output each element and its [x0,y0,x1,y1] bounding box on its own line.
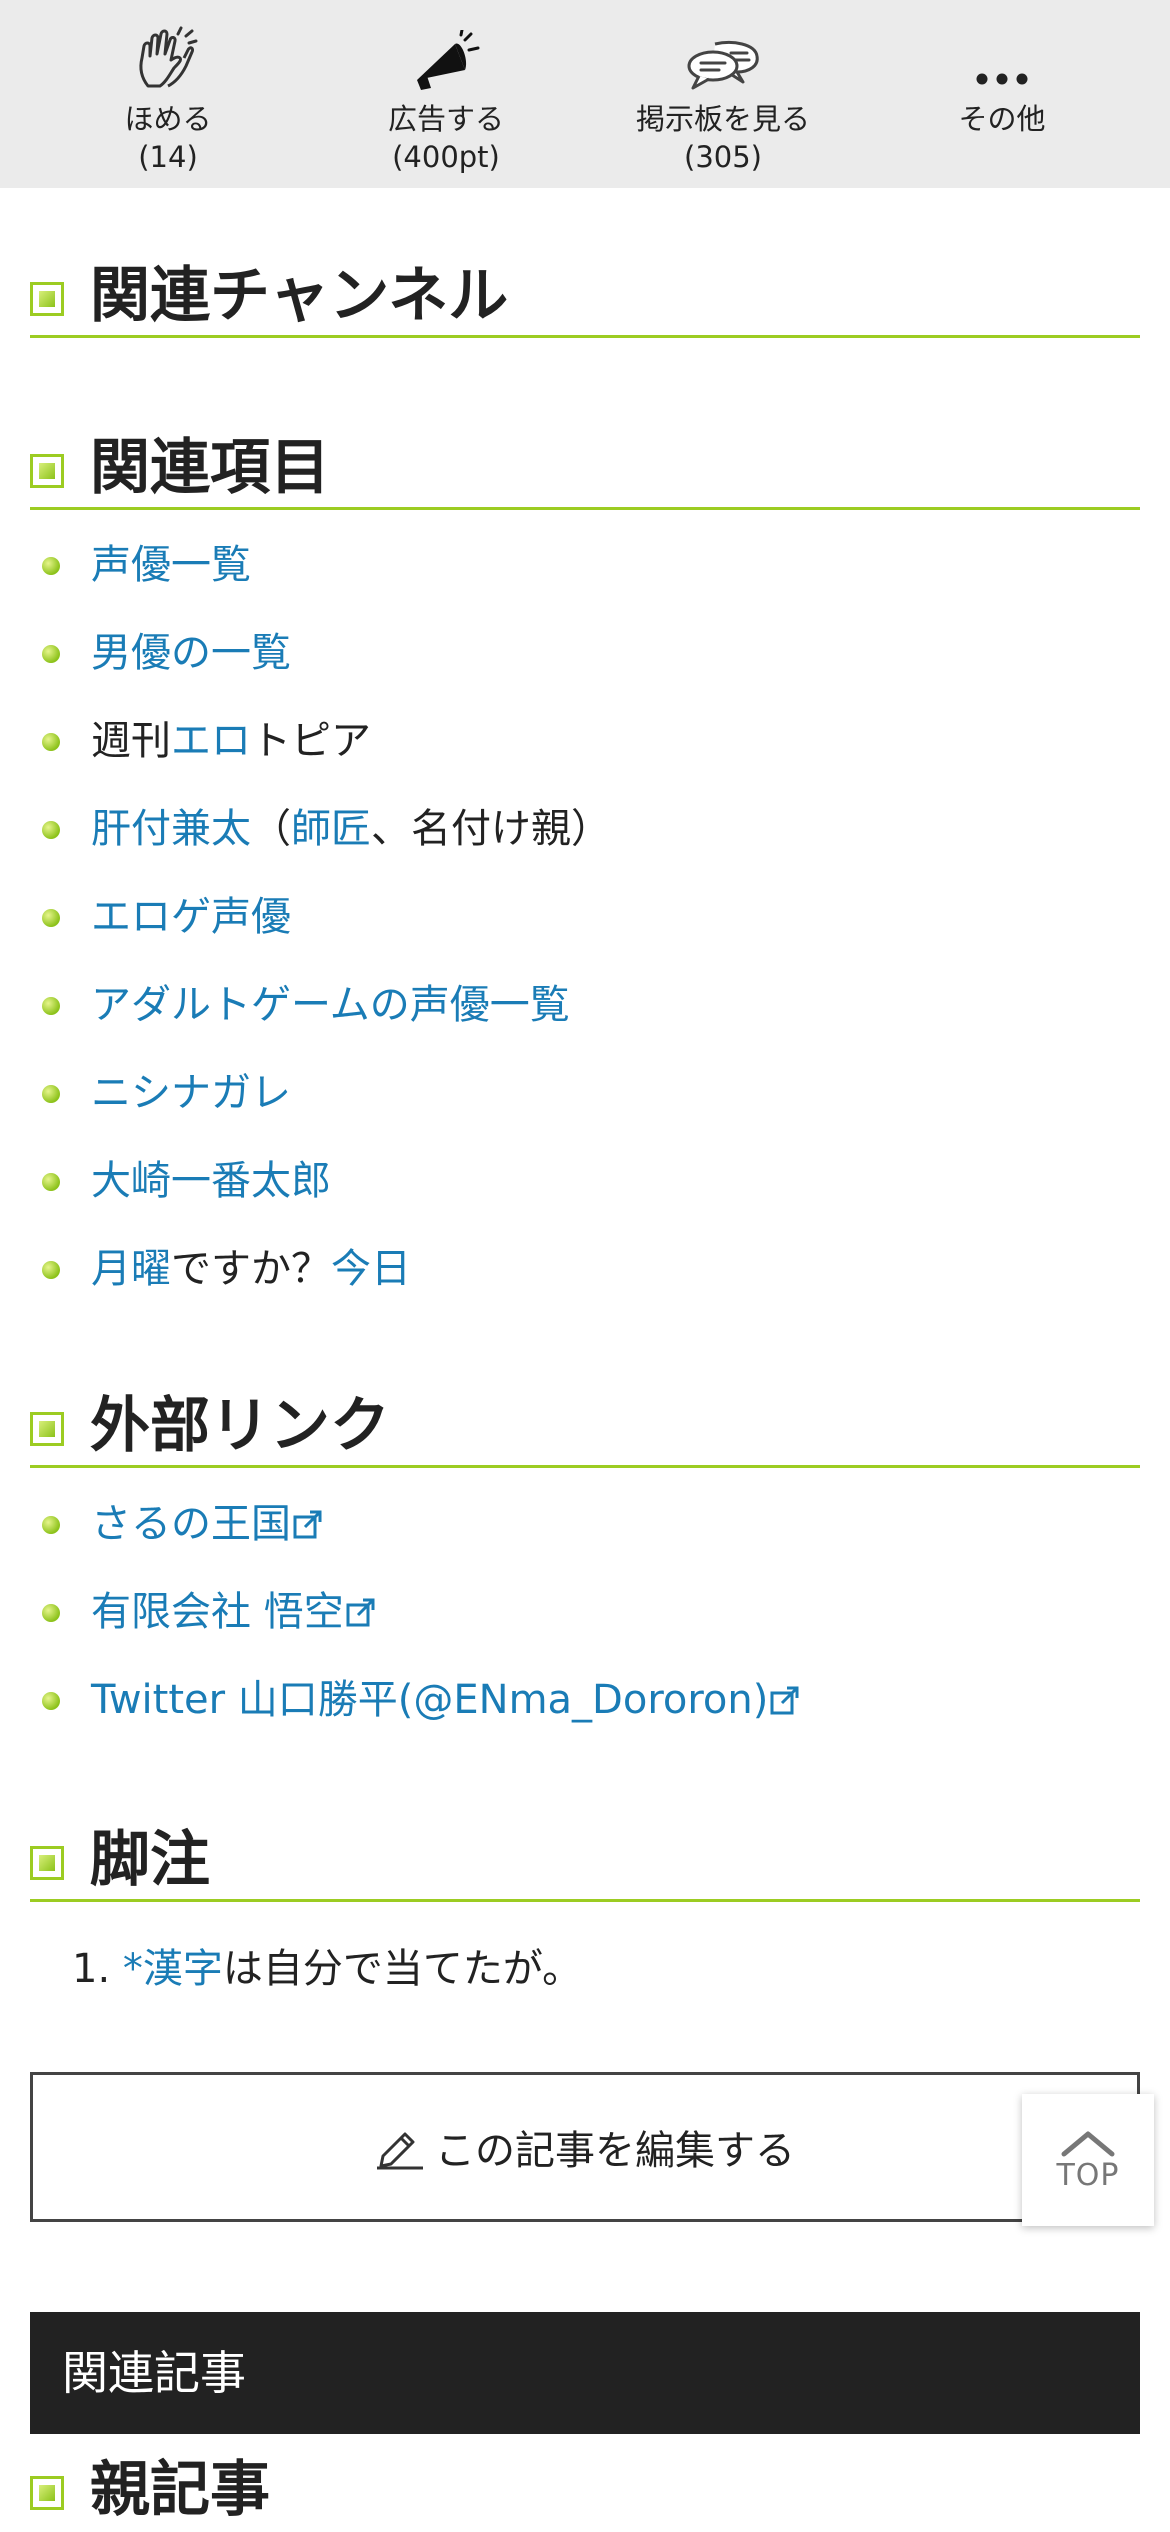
list-item: Twitter 山口勝平(@ENma_Dororon) [30,1656,1140,1744]
action-bar: ほめる (14) 広告する (400pt) 掲示板を見る (305) その他 [0,0,1170,188]
footnote-term-link[interactable]: 漢字 [143,1946,223,1992]
related-channels-heading: 関連チャンネル [30,246,1140,338]
related-item-link[interactable]: ニシナガレ [91,1070,291,1116]
related-item-link[interactable]: エロ [171,718,251,764]
related-items-list: 声優一覧 男優の一覧 週刊エロトピア 肝付兼太（師匠、名付け親） エロゲ声優 アダルトゲー… [30,521,1140,1313]
external-link[interactable]: さるの王国 [91,1501,291,1547]
board-label: 掲示板を見る [635,102,810,136]
related-item-link[interactable]: 月曜 [91,1246,171,1292]
bullet-dot-icon [42,1516,60,1534]
list-item: 週刊エロトピア [30,697,1140,785]
praise-label: ほめる [124,102,212,136]
heading-square-icon [30,2476,64,2510]
megaphone-icon [417,30,480,90]
related-item-link[interactable]: エロゲ声優 [91,894,291,940]
scroll-top-label: TOP [1056,2157,1120,2193]
section-title: 関連項目 [90,433,330,503]
footnote-text: は自分で当てたが。 [222,1946,583,1992]
heading-square-icon [30,1846,64,1880]
advertise-label: 広告する [387,102,504,136]
clap-hands-icon [139,26,198,88]
pencil-icon [377,2132,423,2170]
section-title: 親記事 [90,2455,270,2525]
praise-button[interactable]: ほめる (14) [48,0,288,188]
related-item-link[interactable]: 師匠 [291,806,371,852]
list-item: 声優一覧 [30,521,1140,609]
bullet-dot-icon [42,1173,60,1191]
edit-article-label: この記事を編集する [435,2128,795,2174]
related-item-text: 週刊 [91,718,171,764]
bullet-dot-icon [42,1261,60,1279]
list-item: 有限会社 悟空 [30,1568,1140,1656]
footnote-backref-link[interactable]: * [123,1946,143,1992]
external-link[interactable]: 有限会社 悟空 [91,1589,344,1635]
related-item-link[interactable]: 声優一覧 [91,542,251,588]
list-item: 肝付兼太（師匠、名付け親） [30,785,1140,873]
bullet-dot-icon [42,1604,60,1622]
list-item: 大崎一番太郎 [30,1137,1140,1225]
scroll-top-button[interactable]: TOP [1022,2094,1154,2226]
list-item: アダルトゲームの声優一覧 [30,961,1140,1049]
related-item-text: （ [251,806,291,852]
external-link[interactable]: Twitter 山口勝平(@ENma_Dororon) [91,1677,768,1723]
board-button[interactable]: 掲示板を見る (305) [603,0,843,188]
advertise-button[interactable]: 広告する (400pt) [326,0,566,188]
section-title: 脚注 [90,1825,210,1895]
related-item-link[interactable]: 大崎一番太郎 [91,1158,331,1204]
more-button[interactable]: その他 [882,0,1122,188]
bullet-dot-icon [42,909,60,927]
parent-article-heading: 親記事 [30,2440,1140,2532]
bullet-dot-icon [42,733,60,751]
related-item-text: トピア [251,718,371,764]
related-item-text: 、名付け親） [371,806,611,852]
board-count: (305) [684,140,762,174]
more-label: その他 [958,102,1046,136]
bullet-dot-icon [42,557,60,575]
list-item: ニシナガレ [30,1049,1140,1137]
praise-count: (14) [138,140,198,174]
speech-bubbles-icon [687,41,759,90]
related-item-link[interactable]: アダルトゲームの声優一覧 [91,982,570,1028]
related-item-text: ですか？ [171,1246,331,1292]
footnote-item: 1. *漢字は自分で当てたが。 [72,1944,582,1994]
external-links-heading: 外部リンク [30,1376,1140,1468]
footnote-number: 1. [72,1946,111,1992]
external-link-icon [293,1510,322,1539]
footnotes-heading: 脚注 [30,1810,1140,1902]
bullet-dot-icon [42,1085,60,1103]
list-item: 月曜ですか？今日 [30,1225,1140,1313]
bullet-dot-icon [42,1692,60,1710]
heading-square-icon [30,1412,64,1446]
list-item: 男優の一覧 [30,609,1140,697]
heading-square-icon [30,282,64,316]
edit-article-button[interactable]: この記事を編集する [30,2072,1140,2222]
related-item-link[interactable]: 肝付兼太 [91,806,251,852]
external-links-list: さるの王国有限会社 悟空 Twitter 山口勝平(@ENma_Dororon) [30,1480,1140,1744]
list-item: さるの王国 [30,1480,1140,1568]
section-title: 外部リンク [90,1391,390,1461]
advertise-count: (400pt) [392,140,500,174]
list-item: エロゲ声優 [30,873,1140,961]
bullet-dot-icon [42,997,60,1015]
bullet-dot-icon [42,645,60,663]
related-articles-bar: 関連記事 [30,2312,1140,2434]
external-link-icon [346,1598,375,1627]
related-item-link[interactable]: 今日 [331,1246,411,1292]
chevron-up-icon [1061,2131,1115,2156]
bullet-dot-icon [42,821,60,839]
section-title: 関連チャンネル [90,261,509,331]
related-items-heading: 関連項目 [30,418,1140,510]
related-item-link[interactable]: 男優の一覧 [91,630,291,676]
external-link-icon [770,1686,799,1715]
heading-square-icon [30,454,64,488]
more-dots-icon [976,73,1028,85]
